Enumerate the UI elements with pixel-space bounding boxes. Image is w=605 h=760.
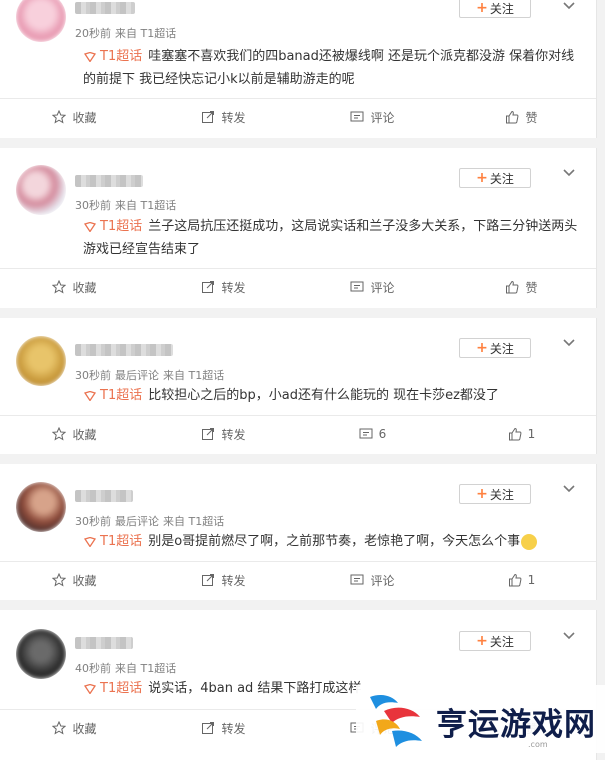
action-bar: 收藏 转发 评论 赞 [0, 268, 596, 305]
watermark-url: .com [528, 740, 548, 749]
repost-button[interactable]: 转发 [149, 269, 298, 305]
action-bar: 收藏 转发 评论 1 [0, 561, 596, 598]
star-icon [52, 427, 67, 441]
avatar[interactable] [16, 0, 66, 42]
topic-link[interactable]: T1超话 [100, 534, 142, 549]
user-name[interactable] [75, 2, 135, 14]
follow-button[interactable]: + 关注 [459, 631, 531, 651]
avatar[interactable] [16, 629, 66, 679]
post-meta: 40秒前 来自 T1超话 [75, 662, 177, 675]
repost-icon [202, 111, 215, 123]
like-button[interactable]: 1 [447, 416, 596, 452]
plus-icon: + [476, 633, 488, 649]
chevron-down-icon[interactable] [561, 335, 577, 351]
user-name[interactable] [75, 490, 133, 502]
favorite-button[interactable]: 收藏 [0, 269, 149, 305]
follow-button[interactable]: + 关注 [459, 338, 531, 358]
repost-icon [202, 574, 215, 586]
chevron-down-icon[interactable] [561, 165, 577, 181]
topic-link[interactable]: T1超话 [100, 219, 142, 234]
topic-icon [83, 536, 97, 547]
chevron-down-icon[interactable] [561, 628, 577, 644]
post-card: 30秒前 来自 T1超话 + 关注 T1超话 兰子这局抗压还挺成功，这局说实话和兰子没… [0, 148, 597, 308]
chevron-down-icon[interactable] [561, 0, 577, 14]
favorite-button[interactable]: 收藏 [0, 99, 149, 135]
thumbs-up-icon [508, 427, 522, 441]
comment-button[interactable]: 6 [298, 416, 447, 452]
avatar[interactable] [16, 482, 66, 532]
topic-link[interactable]: T1超话 [100, 681, 142, 696]
follow-button[interactable]: + 关注 [459, 484, 531, 504]
comment-button[interactable]: 评论 [298, 562, 447, 598]
thumbs-up-icon [506, 280, 519, 294]
repost-icon [202, 722, 215, 734]
topic-link[interactable]: T1超话 [100, 49, 142, 64]
like-count: 1 [527, 573, 536, 587]
comment-icon [350, 281, 364, 292]
star-icon [52, 280, 67, 294]
site-logo-icon [370, 695, 422, 747]
post-meta: 30秒前 最后评论 来自 T1超话 [75, 369, 225, 382]
repost-button[interactable]: 转发 [149, 710, 298, 746]
repost-button[interactable]: 转发 [149, 416, 298, 452]
topic-icon [83, 221, 97, 232]
like-button[interactable]: 赞 [447, 99, 596, 135]
post-meta: 30秒前 来自 T1超话 [75, 199, 177, 212]
user-name[interactable] [75, 637, 133, 649]
like-button[interactable]: 赞 [447, 269, 596, 305]
repost-button[interactable]: 转发 [149, 99, 298, 135]
user-name[interactable] [75, 175, 143, 187]
post-card: 20秒前 来自 T1超话 + 关注 T1超话 哇塞塞不喜欢我们的四banad还被爆线啊… [0, 0, 597, 138]
favorite-button[interactable]: 收藏 [0, 710, 149, 746]
thumbs-up-icon [506, 110, 519, 124]
plus-icon: + [476, 486, 488, 502]
post-card: 30秒前 最后评论 来自 T1超话 + 关注 T1超话 比较担心之后的bp，小ad还有什… [0, 318, 597, 454]
star-icon [52, 110, 67, 124]
comment-icon [350, 574, 364, 585]
comment-icon [359, 428, 373, 439]
favorite-button[interactable]: 收藏 [0, 416, 149, 452]
site-watermark: 亨运游戏网 .com [356, 685, 605, 753]
post-text: T1超话 哇塞塞不喜欢我们的四banad还被爆线啊 还是玩个派克都没游 保着你对线… [83, 49, 575, 87]
post-meta: 20秒前 来自 T1超话 [75, 27, 177, 40]
favorite-button[interactable]: 收藏 [0, 562, 149, 598]
post-card: 30秒前 最后评论 来自 T1超话 + 关注 T1超话 别是o哥提前燃尽了啊，之前那节奏… [0, 464, 597, 600]
chevron-down-icon[interactable] [561, 481, 577, 497]
topic-link[interactable]: T1超话 [100, 388, 142, 403]
repost-button[interactable]: 转发 [149, 562, 298, 598]
follow-button[interactable]: + 关注 [459, 0, 531, 18]
post-text: T1超话 别是o哥提前燃尽了啊，之前那节奏，老惊艳了啊，今天怎么个事 [83, 530, 583, 553]
star-icon [52, 573, 67, 587]
post-meta: 30秒前 最后评论 来自 T1超话 [75, 515, 225, 528]
sweat-emoji-icon [521, 533, 538, 550]
topic-icon [83, 51, 97, 62]
plus-icon: + [476, 170, 488, 186]
watermark-text: 亨运游戏网 [436, 707, 596, 743]
user-name[interactable] [75, 344, 173, 356]
repost-icon [202, 281, 215, 293]
follow-button[interactable]: + 关注 [459, 168, 531, 188]
topic-icon [83, 683, 97, 694]
action-bar: 收藏 转发 评论 赞 [0, 98, 596, 135]
avatar[interactable] [16, 165, 66, 215]
thumbs-up-icon [508, 573, 522, 587]
topic-icon [83, 390, 97, 401]
comment-button[interactable]: 评论 [298, 269, 447, 305]
avatar[interactable] [16, 336, 66, 386]
post-text: T1超话 比较担心之后的bp，小ad还有什么能玩的 现在卡莎ez都没了 [83, 384, 583, 407]
plus-icon: + [476, 340, 488, 356]
like-button[interactable]: 1 [447, 562, 596, 598]
comment-button[interactable]: 评论 [298, 99, 447, 135]
like-count: 1 [527, 427, 536, 441]
repost-icon [202, 428, 215, 440]
comment-count: 6 [378, 427, 387, 441]
action-bar: 收藏 转发 6 1 [0, 415, 596, 452]
star-icon [52, 721, 67, 735]
post-text: T1超话 兰子这局抗压还挺成功，这局说实话和兰子没多大关系，下路三分钟送两头游戏已… [83, 219, 578, 257]
comment-icon [350, 111, 364, 122]
plus-icon: + [476, 0, 488, 16]
